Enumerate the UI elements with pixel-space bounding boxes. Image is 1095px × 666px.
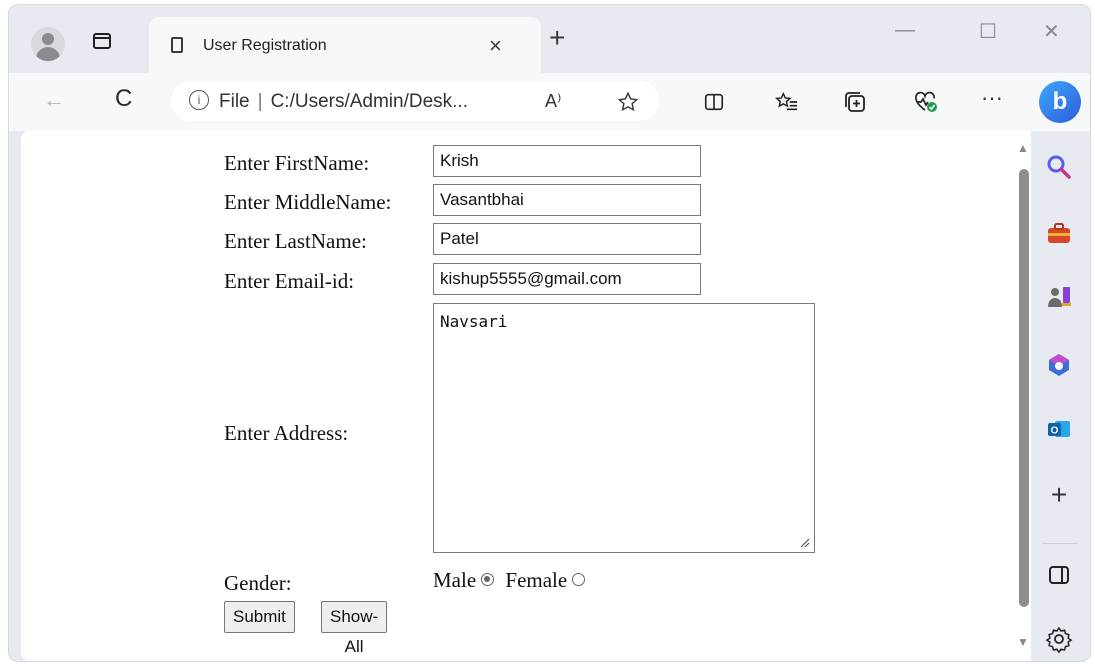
collections-icon[interactable] (843, 90, 867, 114)
right-sidebar: O + (1031, 131, 1090, 661)
middlename-label: Enter MiddleName: (224, 190, 392, 214)
refresh-button[interactable]: C (115, 85, 132, 113)
email-label: Enter Email-id: (224, 269, 355, 293)
show-all-button[interactable]: Show-All (321, 601, 388, 656)
tab-strip: User Registration × + — ☐ ✕ (9, 5, 1090, 83)
sidebar-panel-icon[interactable] (1045, 561, 1073, 589)
read-aloud-icon[interactable]: A⁾ (545, 91, 561, 112)
scrollbar-thumb[interactable] (1019, 169, 1029, 607)
more-icon[interactable]: ··· (981, 85, 1003, 111)
favorites-star-icon[interactable] (617, 91, 639, 113)
address-scheme: File (219, 91, 250, 112)
close-button[interactable]: ✕ (1043, 19, 1060, 44)
back-button[interactable]: ← (43, 87, 65, 113)
lastname-label: Enter LastName: (224, 229, 367, 253)
resize-grip-icon[interactable] (797, 535, 811, 549)
tab-close-button[interactable]: × (489, 33, 502, 59)
minimize-button[interactable]: — (895, 19, 915, 42)
address-textarea[interactable]: Navsari (433, 303, 815, 553)
maximize-button[interactable]: ☐ (979, 19, 997, 44)
firstname-input[interactable] (433, 145, 701, 177)
split-screen-icon[interactable] (703, 91, 725, 113)
male-radio[interactable] (481, 573, 495, 586)
sidebar-divider (1043, 543, 1077, 544)
female-radio[interactable] (572, 573, 586, 586)
favorites-list-icon[interactable] (775, 91, 799, 113)
search-icon[interactable] (1045, 153, 1073, 181)
office-icon[interactable] (1045, 351, 1073, 379)
gender-options: Male Female (433, 568, 591, 593)
copilot-icon[interactable]: b (1039, 81, 1081, 123)
email-input[interactable] (433, 263, 701, 295)
gender-label: Gender: (224, 571, 292, 595)
settings-icon[interactable] (1045, 625, 1073, 653)
firstname-label: Enter FirstName: (224, 151, 370, 175)
tab-title: User Registration (203, 37, 327, 54)
male-label: Male (433, 568, 477, 592)
tools-icon[interactable] (1045, 219, 1073, 247)
address-path: C:/Users/Admin/Desk... (270, 91, 468, 112)
scroll-down-icon[interactable]: ▼ (1017, 635, 1029, 649)
browser-window: User Registration × + — ☐ ✕ ← C i File | C… (8, 4, 1091, 662)
site-info-icon[interactable]: i (189, 90, 209, 110)
middlename-input[interactable] (433, 184, 701, 216)
address-bar[interactable]: i File | C:/Users/Admin/Desk... A⁾ (171, 81, 659, 121)
browser-essentials-icon[interactable] (913, 90, 939, 114)
new-tab-button[interactable]: + (549, 23, 565, 53)
submit-button[interactable]: Submit (224, 601, 295, 633)
scroll-up-icon[interactable]: ▲ (1017, 141, 1029, 155)
add-icon[interactable]: + (1045, 481, 1073, 509)
address-separator: | (257, 91, 263, 112)
svg-text:O: O (1051, 426, 1059, 437)
toolbar: ← C i File | C:/Users/Admin/Desk... A⁾ ···… (9, 73, 1090, 131)
profile-avatar[interactable] (31, 27, 65, 61)
avatar-body (36, 47, 60, 61)
avatar-head (42, 33, 54, 45)
female-label: Female (505, 568, 568, 592)
address-text[interactable]: File | C:/Users/Admin/Desk... (219, 91, 468, 113)
outlook-icon[interactable]: O (1045, 415, 1073, 443)
document-icon (171, 37, 183, 53)
tab-actions-icon[interactable] (93, 33, 111, 49)
address-label: Enter Address: (224, 421, 349, 445)
lastname-input[interactable] (433, 223, 701, 255)
page-viewport: Enter FirstName: Enter MiddleName: Enter… (21, 131, 1031, 661)
games-icon[interactable] (1045, 283, 1073, 311)
